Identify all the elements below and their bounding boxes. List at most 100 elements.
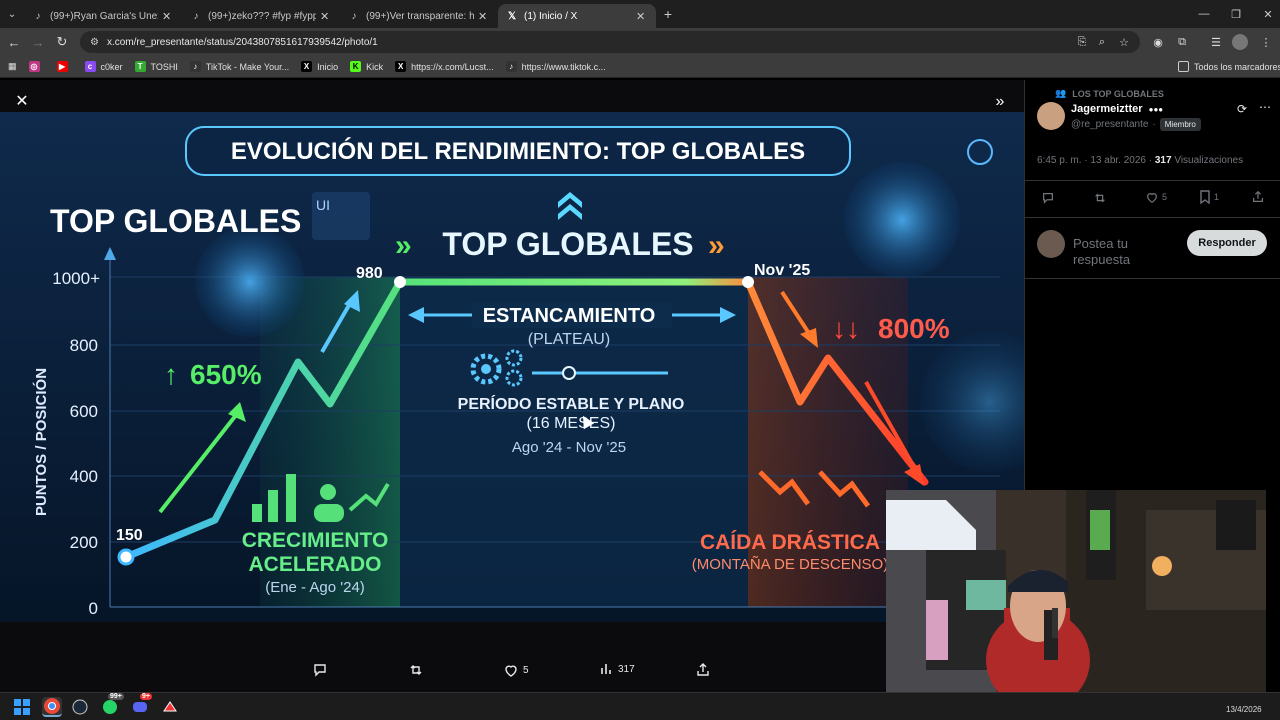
zoom-icon[interactable]: ⌕ <box>1094 34 1110 50</box>
more-options-icon[interactable]: ⋯ <box>1259 100 1271 114</box>
x-logo-icon: X <box>301 61 313 72</box>
browser-tab-3[interactable]: ♪ (99+)Ver transparente: humor y ✕ <box>340 4 498 28</box>
repost-button[interactable] <box>408 662 428 678</box>
extension-icon[interactable]: ◉ <box>1150 34 1166 50</box>
drop-percent: 800% <box>878 313 950 344</box>
plateau-title: ESTANCAMIENTO <box>483 305 656 327</box>
whatsapp-taskbar-icon[interactable]: 99+ <box>100 693 124 717</box>
close-window-icon[interactable]: ✕ <box>1252 0 1280 28</box>
address-bar[interactable]: ⚙ x.com/re_presentante/status/2043807851… <box>80 31 1140 53</box>
share-button[interactable] <box>695 662 715 678</box>
close-tab-icon[interactable]: ✕ <box>162 10 174 23</box>
apps-grid-icon[interactable]: ▦ <box>8 61 17 72</box>
y-tick-600: 600 <box>70 402 98 421</box>
discord-badge: 9+ <box>140 693 152 700</box>
restore-icon[interactable]: ❐ <box>1220 0 1252 28</box>
heart-icon <box>1147 193 1157 203</box>
reload-icon[interactable]: ↻ <box>50 34 74 50</box>
expand-panel-icon[interactable]: » <box>990 92 1010 112</box>
panel-like-count: 5 <box>1162 192 1168 202</box>
growth-up-arrow-icon: ↑ <box>164 359 178 390</box>
community-label[interactable]: 👥 LOS TOP GLOBALES <box>1055 88 1164 99</box>
profile-avatar-icon[interactable] <box>1232 34 1248 50</box>
center-heading: TOP GLOBALES <box>442 226 693 262</box>
all-bookmarks-folder[interactable]: Todos los marcadores <box>1178 61 1280 72</box>
views-count: 317 <box>618 663 635 675</box>
webcam-overlay <box>886 490 1266 704</box>
globe-left-icon <box>195 227 305 337</box>
growth-title-1: CRECIMIENTO <box>242 529 389 552</box>
bookmark-instagram[interactable]: ◎ <box>28 61 45 72</box>
browser-menu-icon[interactable]: ⋮ <box>1258 34 1274 50</box>
browser-tab-2[interactable]: ♪ (99+)zeko??? #fyp #fypppppp ✕ <box>182 4 340 28</box>
close-tab-icon[interactable]: ✕ <box>636 10 648 23</box>
grok-icon[interactable]: ⟳ <box>1237 102 1247 116</box>
browser-tab-1[interactable]: ♪ (99+)Ryan Garcia's Unexpected ✕ <box>24 4 182 28</box>
discord-taskbar-icon[interactable]: 9+ <box>130 693 152 717</box>
reply-avatar <box>1037 230 1065 258</box>
double-chevron-right-icon: » <box>708 229 725 262</box>
reading-list-icon[interactable]: ☰ <box>1208 34 1224 50</box>
whatsapp-badge: 99+ <box>108 693 124 700</box>
period-line-1: PERÍODO ESTABLE Y PLANO <box>458 394 685 413</box>
reply-button[interactable] <box>312 662 332 678</box>
bookmark-tiktok[interactable]: ♪ TikTok - Make Your... <box>189 61 289 72</box>
bookmark-x-lucst[interactable]: Xhttps://x.com/Lucst... <box>395 61 494 72</box>
author-name-row[interactable]: Jagermeiztter ●●● <box>1071 103 1163 115</box>
bookmark-toshi[interactable]: T TOSHI <box>134 61 178 72</box>
reply-submit-button[interactable]: Responder <box>1187 230 1267 256</box>
panel-reply-button[interactable] <box>1041 191 1055 208</box>
site-info-icon[interactable]: ⚙ <box>90 37 99 48</box>
bookmark-kick[interactable]: K Kick <box>350 61 383 72</box>
post-timestamp[interactable]: 6:45 p. m. · 13 abr. 2026 · <box>1037 155 1152 166</box>
panel-share-button[interactable] <box>1251 190 1265 209</box>
panel-bookmark-button[interactable]: 1 <box>1199 190 1219 204</box>
forward-icon[interactable]: → <box>26 35 50 50</box>
like-button[interactable]: 5 <box>503 662 529 678</box>
minimize-icon[interactable]: — <box>1188 0 1220 28</box>
back-icon[interactable]: ← <box>2 35 26 50</box>
steam-taskbar-icon[interactable] <box>70 697 90 717</box>
close-viewer-icon[interactable]: ✕ <box>12 92 32 112</box>
extensions-puzzle-icon[interactable]: ⧉ <box>1174 34 1190 50</box>
chrome-taskbar-icon[interactable] <box>42 697 62 717</box>
author-avatar[interactable] <box>1037 102 1065 130</box>
period-range: Ago '24 - Nov '25 <box>512 439 626 456</box>
tiktok-icon: ♪ <box>505 61 517 72</box>
author-handle[interactable]: @re_presentante <box>1071 119 1148 130</box>
users-icon-body <box>314 504 344 522</box>
system-clock-date[interactable]: 13/4/2026 <box>1226 705 1262 714</box>
post-views-count: 317 <box>1154 155 1172 166</box>
panel-repost-button[interactable] <box>1093 191 1107 210</box>
panel-like-button[interactable]: 5 <box>1145 190 1167 204</box>
infographic-image: EVOLUCIÓN DEL RENDIMIENTO: TOP GLOBALES … <box>0 112 1024 622</box>
stable-slider-knob <box>562 366 576 380</box>
peak-point-marker <box>394 276 406 288</box>
tiktok-icon: ♪ <box>35 10 41 22</box>
reply-input[interactable]: Postea tu respuesta <box>1073 236 1183 266</box>
like-count: 5 <box>523 664 529 676</box>
drop-down-arrows-icon: ↓↓ <box>832 313 860 344</box>
share-icon <box>697 663 709 676</box>
bookmark-c0ker[interactable]: c c0ker <box>84 61 123 72</box>
bookmark-x-inicio[interactable]: X Inicio <box>301 61 338 72</box>
browser-tab-4[interactable]: 𝕏 (1) Inicio / X ✕ <box>498 4 656 28</box>
app-taskbar-icon[interactable] <box>160 697 180 717</box>
bookmark-tiktok-url[interactable]: ♪ https://www.tiktok.c... <box>505 61 606 72</box>
gear-icon-center <box>481 364 491 374</box>
tab-search-icon[interactable]: ⌄ <box>0 0 24 28</box>
url-text: x.com/re_presentante/status/204380785161… <box>106 36 378 48</box>
windows-start-icon[interactable] <box>12 697 32 717</box>
heart-icon <box>505 665 517 677</box>
new-tab-icon[interactable]: + <box>656 6 680 22</box>
reply-icon <box>1043 193 1053 204</box>
views-button[interactable]: 317 <box>600 662 635 676</box>
close-tab-icon[interactable]: ✕ <box>478 10 490 23</box>
bookmark-youtube[interactable]: ▶ <box>56 61 73 72</box>
reply-icon <box>314 664 326 677</box>
close-tab-icon[interactable]: ✕ <box>320 10 332 23</box>
bookmark-star-icon[interactable]: ☆ <box>1116 34 1132 50</box>
author-emoji-icons: ●●● <box>1148 105 1164 114</box>
install-icon[interactable]: ⎘ <box>1074 34 1090 50</box>
share-icon <box>1253 190 1263 202</box>
